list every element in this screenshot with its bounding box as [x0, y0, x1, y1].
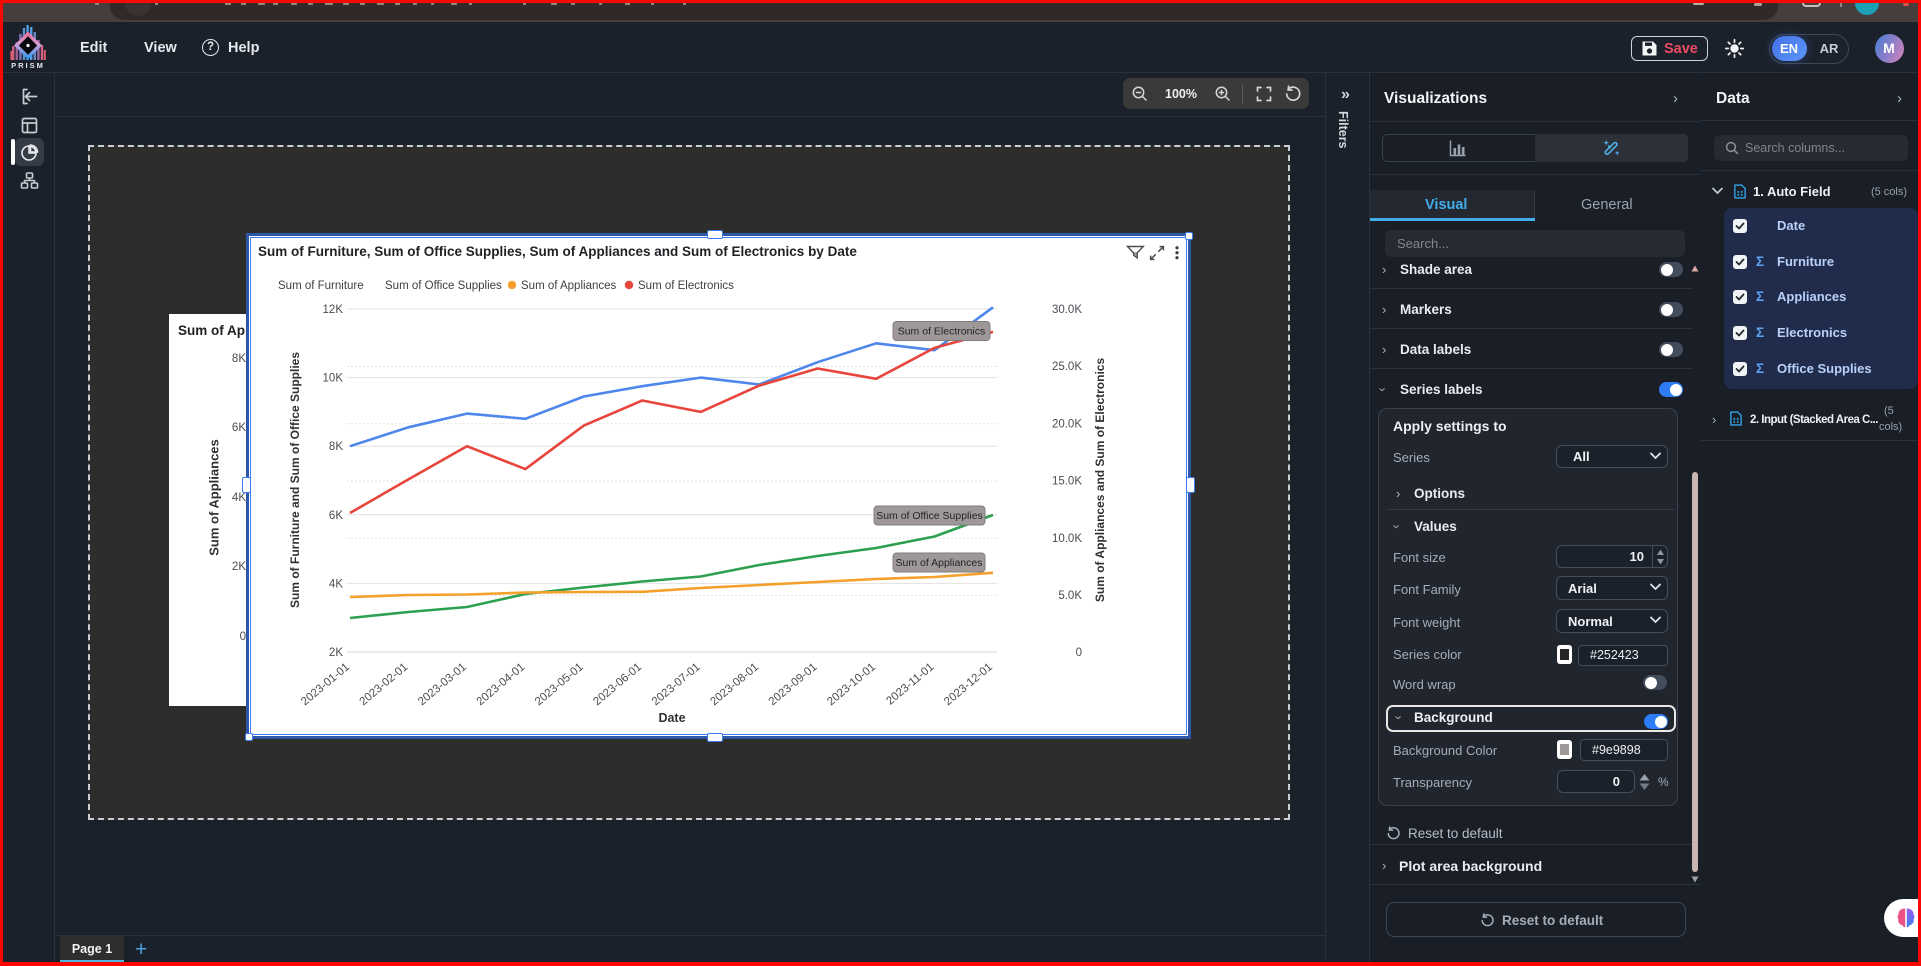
svg-text:2023-06-01: 2023-06-01	[591, 661, 644, 708]
svg-text:Sum of Furniture: Sum of Furniture	[278, 280, 364, 292]
svg-text:4K: 4K	[329, 578, 343, 590]
svg-text:2023-07-01: 2023-07-01	[650, 661, 703, 708]
svg-text:2023-04-01: 2023-04-01	[475, 661, 528, 708]
svg-text:25.0K: 25.0K	[1052, 361, 1082, 373]
svg-text:6K: 6K	[329, 510, 343, 522]
svg-text:2023-01-01: 2023-01-01	[299, 661, 352, 708]
svg-text:2023-12-01: 2023-12-01	[942, 661, 995, 708]
svg-text:20.0K: 20.0K	[1052, 418, 1082, 430]
svg-text:8K: 8K	[329, 441, 343, 453]
svg-text:Sum of Electronics: Sum of Electronics	[638, 280, 734, 292]
svg-text:2K: 2K	[329, 647, 343, 659]
svg-text:2023-02-01: 2023-02-01	[358, 661, 411, 708]
svg-text:2023-11-01: 2023-11-01	[884, 661, 936, 707]
svg-text:Sum of Electronics: Sum of Electronics	[898, 326, 986, 338]
svg-text:2023-10-01: 2023-10-01	[825, 661, 878, 708]
svg-text:12K: 12K	[323, 304, 344, 316]
svg-text:Sum of Appliances and Sum of E: Sum of Appliances and Sum of Electronics	[1093, 358, 1107, 603]
svg-text:Sum of Office Supplies: Sum of Office Supplies	[385, 280, 502, 292]
svg-text:5.0K: 5.0K	[1058, 590, 1082, 602]
svg-text:2023-08-01: 2023-08-01	[708, 661, 761, 708]
svg-text:10.0K: 10.0K	[1052, 533, 1082, 545]
svg-text:2023-05-01: 2023-05-01	[533, 661, 586, 708]
svg-text:15.0K: 15.0K	[1052, 476, 1082, 488]
svg-text:30.0K: 30.0K	[1052, 304, 1082, 316]
svg-text:Sum of Furniture, Sum of Offic: Sum of Furniture, Sum of Office Supplies…	[258, 244, 857, 259]
svg-text:10K: 10K	[323, 373, 344, 385]
svg-text:Date: Date	[658, 711, 685, 725]
svg-text:0: 0	[1076, 647, 1082, 659]
svg-text:Sum of Furniture and Sum of Of: Sum of Furniture and Sum of Office Suppl…	[288, 352, 302, 608]
svg-text:Sum of Appliances: Sum of Appliances	[896, 557, 983, 569]
svg-text:2023-03-01: 2023-03-01	[416, 661, 469, 708]
svg-text:Sum of Appliances: Sum of Appliances	[521, 280, 617, 292]
svg-text:PRISM: PRISM	[11, 61, 45, 69]
svg-text:Sum of Office Supplies: Sum of Office Supplies	[876, 510, 983, 522]
svg-text:2023-09-01: 2023-09-01	[767, 661, 820, 708]
